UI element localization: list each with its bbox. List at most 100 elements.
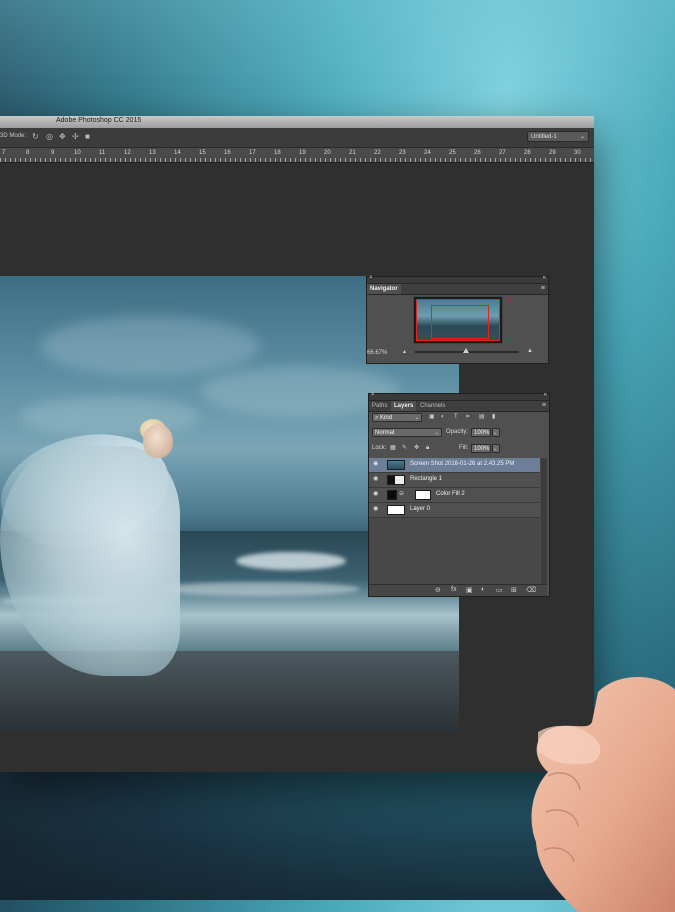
- zoom-slider-knob[interactable]: [463, 348, 469, 353]
- layer-row[interactable]: ◉ Layer 0: [369, 503, 540, 518]
- ruler-tick: 9: [51, 150, 55, 156]
- tab-layers[interactable]: Layers: [391, 401, 417, 411]
- ruler-tick: 21: [349, 150, 356, 156]
- layer-name: Screen Shot 2016-01-26 at 2.43.25 PM: [410, 461, 515, 467]
- opacity-field[interactable]: 100%: [471, 428, 491, 437]
- layer-row[interactable]: ◉ Screen Shot 2016-01-26 at 2.43.25 PM: [369, 458, 540, 473]
- close-icon[interactable]: ×: [371, 392, 375, 398]
- new-group-icon[interactable]: ▭: [496, 586, 503, 594]
- 3d-scale-icon[interactable]: ■: [85, 132, 90, 141]
- fill-field[interactable]: 100%: [471, 444, 491, 453]
- layer-thumbnail: [387, 505, 405, 515]
- ruler-tick: 10: [74, 150, 81, 156]
- adjustment-filter-icon[interactable]: ◐: [441, 413, 445, 422]
- blend-mode-select[interactable]: Normal ⌄: [372, 428, 442, 437]
- collapse-icon[interactable]: «: [543, 275, 546, 281]
- ruler-tick: 14: [174, 150, 181, 156]
- 3d-mode-label: 3D Mode:: [0, 133, 27, 139]
- document-select[interactable]: Untitled-1 ⌄: [527, 131, 589, 142]
- cloud: [20, 396, 200, 436]
- chevron-down-icon: ⌄: [434, 430, 439, 436]
- fill-value: 100%: [474, 446, 490, 452]
- document-select-value: Untitled-1: [531, 134, 557, 140]
- layer-name: Rectangle 1: [410, 476, 443, 482]
- panel-menu-icon[interactable]: ≡: [541, 284, 545, 294]
- ruler-tick: 29: [549, 150, 556, 156]
- eye-icon[interactable]: ◉: [373, 461, 379, 467]
- 3d-roll-icon[interactable]: ◎: [46, 132, 53, 141]
- layer-name: Layer 0: [410, 506, 431, 512]
- adjustment-layer-icon[interactable]: ◐: [481, 586, 485, 593]
- panel-header: × «: [369, 392, 549, 401]
- navigator-preview[interactable]: [413, 296, 503, 344]
- opacity-dropdown[interactable]: ⌄: [492, 428, 500, 437]
- layer-thumbnail: [387, 490, 397, 500]
- chevron-down-icon: ⌄: [492, 446, 497, 452]
- opacity-value: 100%: [474, 430, 490, 436]
- layer-mask-thumbnail: [415, 490, 431, 500]
- shape-filter-icon[interactable]: ⌗: [466, 413, 469, 422]
- window-title: Adobe Photoshop CC 2015: [56, 117, 142, 124]
- panel-menu-icon[interactable]: ≡: [542, 401, 546, 411]
- 3d-rotate-icon[interactable]: ↻: [32, 132, 39, 141]
- horizontal-ruler: 7 8 9 10 11 12 13 14 15 16 17 18 19 20 2…: [0, 148, 594, 163]
- fill-dropdown[interactable]: ⌄: [492, 444, 500, 453]
- ruler-tick: 13: [149, 150, 156, 156]
- options-bar: 3D Mode: ↻ ◎ ✥ ✢ ■ Untitled-1 ⌄: [0, 128, 594, 148]
- lock-position-icon[interactable]: ✥: [414, 444, 419, 453]
- ruler-tick: 30: [574, 150, 581, 156]
- ruler-tick: 25: [449, 150, 456, 156]
- zoom-out-icon[interactable]: ▴: [403, 348, 406, 355]
- lock-all-icon[interactable]: 🔒︎: [426, 444, 429, 453]
- eye-icon[interactable]: ◉: [373, 506, 379, 512]
- tab-paths[interactable]: Paths: [369, 401, 390, 411]
- layer-row[interactable]: ◉ ⊖ Color Fill 2: [369, 488, 540, 503]
- filter-kind-select[interactable]: ⌕ Kind ⌄: [372, 413, 422, 422]
- close-icon[interactable]: ×: [369, 275, 373, 281]
- filter-kind-value: Kind: [380, 415, 393, 421]
- smart-object-filter-icon[interactable]: ▤: [479, 413, 485, 422]
- ruler-tick: 12: [124, 150, 131, 156]
- layer-row[interactable]: ◉ Rectangle 1: [369, 473, 540, 488]
- lock-row: Lock: ▦ ✎ ✥ 🔒︎ Fill: 100% ⌄: [369, 444, 547, 456]
- panel-header: × «: [367, 275, 548, 284]
- ruler-tick: 27: [499, 150, 506, 156]
- link-layers-icon[interactable]: ⊖: [435, 586, 441, 594]
- layer-thumbnail: [387, 460, 405, 470]
- bride-head: [143, 424, 173, 458]
- ruler-tick: 22: [374, 150, 381, 156]
- 3d-slide-icon[interactable]: ✢: [72, 132, 79, 141]
- blend-mode-value: Normal: [375, 430, 395, 436]
- opacity-label: Opacity:: [446, 429, 469, 435]
- lock-transparency-icon[interactable]: ▦: [390, 444, 396, 453]
- navigator-panel: × « Navigator ≡ 66.67% ▴ ▲: [366, 275, 549, 364]
- tab-navigator[interactable]: Navigator: [367, 284, 401, 294]
- fx-icon[interactable]: fx: [451, 586, 456, 593]
- search-icon: ⌕: [375, 415, 379, 421]
- zoom-level[interactable]: 66.67%: [367, 350, 387, 356]
- zoom-in-icon[interactable]: ▲: [527, 348, 533, 354]
- navigator-view-box[interactable]: [431, 305, 489, 339]
- layer-thumbnail: [387, 475, 405, 485]
- add-mask-icon[interactable]: ▣: [466, 586, 473, 594]
- ruler-tick: 16: [224, 150, 231, 156]
- navigator-tabbar: Navigator ≡: [367, 284, 548, 295]
- hand-image: [531, 677, 675, 912]
- new-layer-icon[interactable]: ⊞: [511, 586, 517, 594]
- ruler-tick: 15: [199, 150, 206, 156]
- eye-icon[interactable]: ◉: [373, 476, 379, 482]
- lock-pixels-icon[interactable]: ✎: [402, 444, 407, 453]
- filter-row: ⌕ Kind ⌄ ▣ ◐ T ⌗ ▤ ▮: [369, 413, 547, 425]
- layers-panel: × « Paths Layers Channels ≡ ⌕ Kind ⌄ ▣ ◐…: [368, 392, 550, 597]
- collapse-icon[interactable]: «: [544, 392, 547, 398]
- type-filter-icon[interactable]: T: [454, 413, 458, 422]
- layers-scrollbar[interactable]: [541, 458, 547, 584]
- wave: [160, 582, 360, 596]
- eye-icon[interactable]: ◉: [373, 491, 379, 497]
- trash-icon[interactable]: ⌫: [526, 586, 536, 594]
- 3d-pan-icon[interactable]: ✥: [59, 132, 66, 141]
- chevron-down-icon: ⌄: [579, 134, 585, 140]
- filter-toggle-icon[interactable]: ▮: [492, 413, 495, 422]
- pixel-filter-icon[interactable]: ▣: [429, 413, 435, 422]
- tab-channels[interactable]: Channels: [417, 401, 448, 411]
